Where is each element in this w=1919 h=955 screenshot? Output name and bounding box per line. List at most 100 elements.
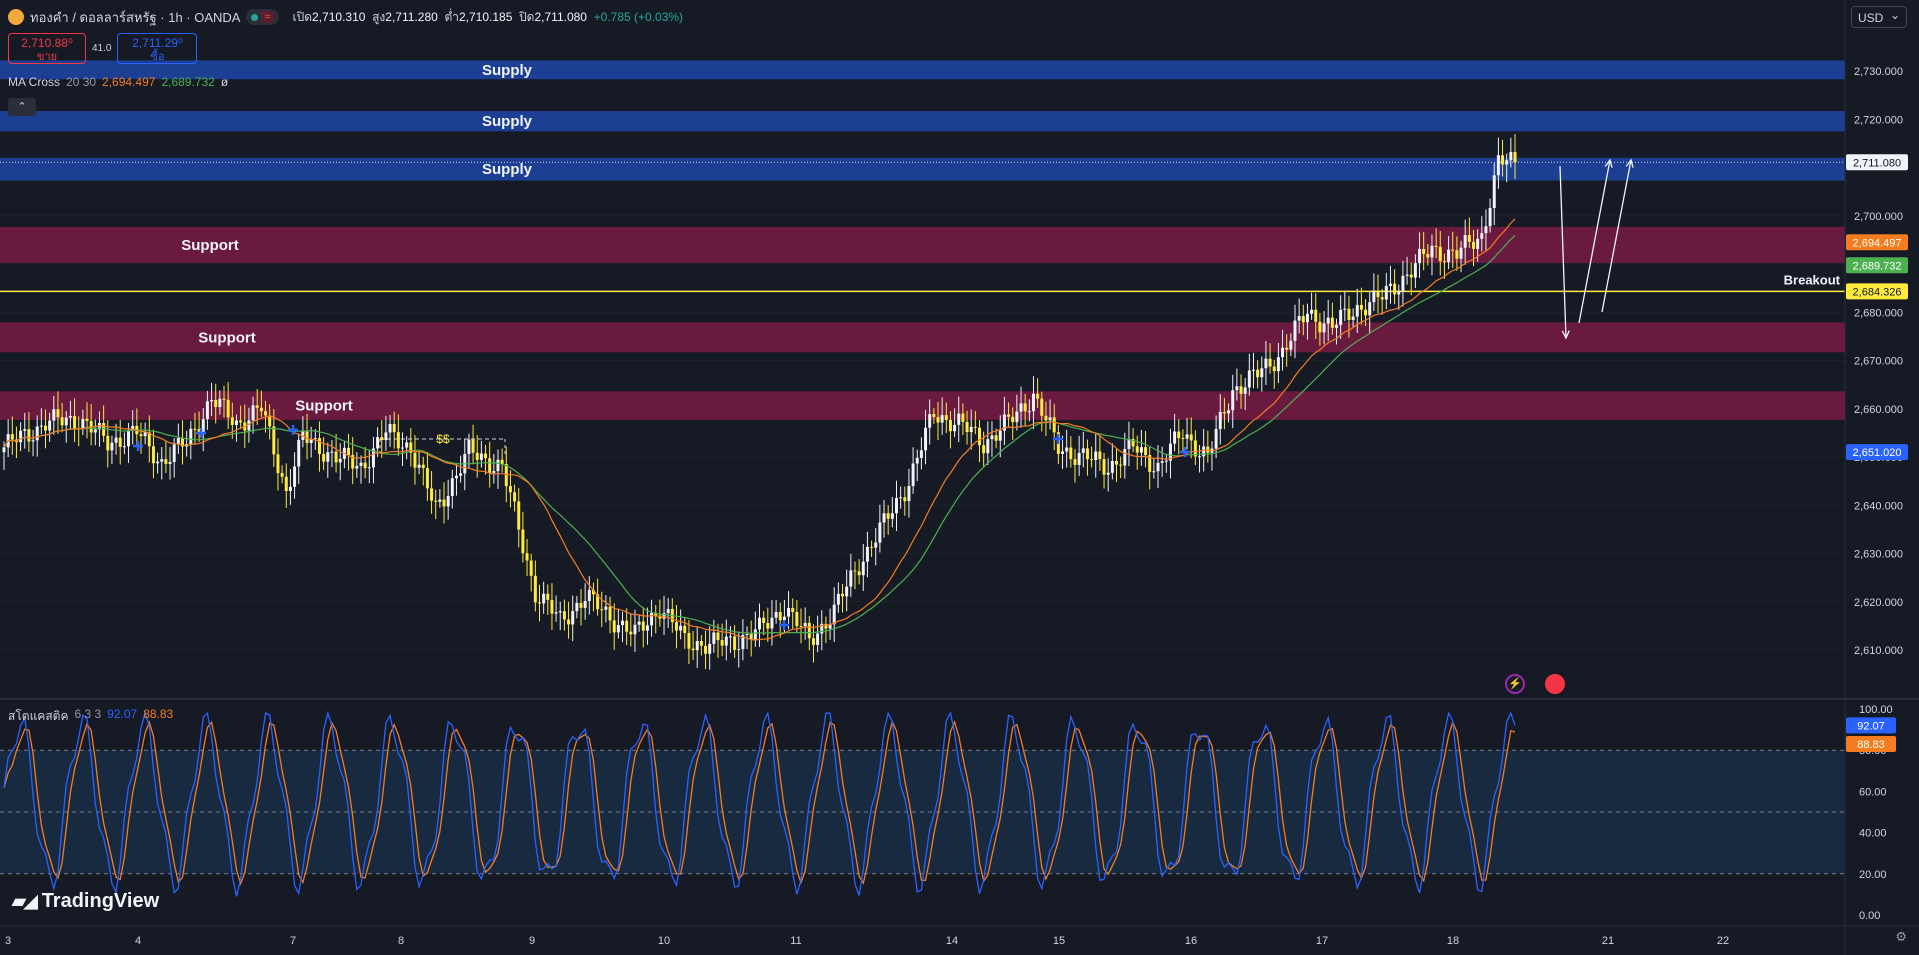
candle-body xyxy=(1471,241,1475,249)
candle-body xyxy=(1090,459,1094,461)
tradingview-logo: ▰◢ TradingView xyxy=(12,890,160,912)
zone-label-supply: Supply xyxy=(482,62,533,79)
candle-body xyxy=(886,513,890,519)
candle-body xyxy=(1476,238,1480,249)
symbol-title[interactable]: ทองคำ / ดอลลาร์สหรัฐ · 1h · OANDA xyxy=(30,7,240,28)
candle-body xyxy=(1189,434,1193,441)
candle-body xyxy=(1343,308,1347,310)
candle-body xyxy=(546,593,550,600)
candle-body xyxy=(861,561,865,576)
candle-body xyxy=(924,427,928,451)
stochastic-legend[interactable]: สโตแคสติค 6 3 3 92.07 88.83 xyxy=(8,707,173,726)
candle-body xyxy=(911,463,915,487)
candle-body xyxy=(85,418,89,422)
candle-body xyxy=(533,575,537,603)
candle-body xyxy=(106,435,110,451)
candle-body xyxy=(625,620,629,632)
sell-button[interactable]: 2,710.88⁰ ขาย xyxy=(8,33,86,64)
stoch-tick-label: 0.00 xyxy=(1859,910,1880,922)
candle-body xyxy=(417,464,421,468)
chart-canvas[interactable]: Supply Supply Supply Support Support Support B… xyxy=(0,0,1919,955)
candle-body xyxy=(264,411,268,416)
candle-body xyxy=(1405,274,1409,276)
candle-body xyxy=(637,621,641,625)
currency-select[interactable]: USD xyxy=(1851,4,1907,28)
candle-body xyxy=(944,415,948,420)
candle-body xyxy=(600,609,604,611)
candle-body xyxy=(758,617,761,630)
candle-body xyxy=(1015,411,1019,423)
breakout-label: Breakout xyxy=(1784,272,1841,287)
candle-body xyxy=(1139,447,1143,453)
ma-cross-legend[interactable]: MA Cross 20 30 2,694.497 2,689.732 ø xyxy=(8,75,228,89)
us-flag-event-icon[interactable] xyxy=(1545,674,1565,694)
candle-body xyxy=(251,405,255,421)
candle-body xyxy=(753,629,757,640)
event-lightning-icon[interactable]: ⚡ xyxy=(1505,674,1525,694)
candle-body xyxy=(762,617,766,624)
candle-body xyxy=(903,497,907,502)
candle-body xyxy=(1438,246,1442,262)
delayed-data-icon: ≈ xyxy=(261,11,274,23)
candle-body xyxy=(550,599,554,614)
candle-body xyxy=(990,435,994,440)
candle-body xyxy=(1177,431,1181,439)
candle-body xyxy=(558,611,562,613)
candle-body xyxy=(994,435,998,441)
market-status-pill[interactable]: ≈ xyxy=(246,9,279,25)
candle-body xyxy=(413,452,417,468)
candle-body xyxy=(60,417,64,426)
candle-body xyxy=(293,466,297,487)
candle-body xyxy=(1422,248,1426,255)
candle-body xyxy=(587,589,591,602)
candle-body xyxy=(338,458,342,463)
candle-body xyxy=(986,439,990,454)
candle-body xyxy=(948,419,952,432)
candle-body xyxy=(313,438,317,440)
candle-body xyxy=(936,417,940,423)
candle-body xyxy=(1397,290,1401,295)
candle-body xyxy=(1347,308,1351,320)
candle-body xyxy=(425,468,429,489)
candle-body xyxy=(1119,464,1123,466)
candle-body xyxy=(1335,324,1339,328)
candle-body xyxy=(280,473,284,477)
candle-body xyxy=(1272,366,1276,372)
candle-body xyxy=(1409,274,1413,278)
candle-body xyxy=(297,439,301,467)
candle-body xyxy=(708,643,712,654)
candle-body xyxy=(932,414,936,418)
candle-body xyxy=(1455,250,1459,259)
collapse-legend-button[interactable]: ⌃ xyxy=(8,98,36,116)
price-tick-label: 2,730.000 xyxy=(1854,66,1903,78)
settings-gear-icon[interactable]: ⚙ xyxy=(1895,929,1907,945)
candle-body xyxy=(210,400,214,402)
market-open-dot-icon xyxy=(251,13,259,21)
candle-body xyxy=(1102,459,1106,475)
candle-body xyxy=(27,429,31,442)
price-tick-label: 2,610.000 xyxy=(1854,645,1903,657)
candle-body xyxy=(525,553,529,561)
gold-coin-icon xyxy=(8,9,24,25)
zone-label-supply: Supply xyxy=(482,161,533,178)
buy-button[interactable]: 2,711.29⁰ ซื้อ xyxy=(117,33,198,64)
candle-body xyxy=(521,529,525,554)
candle-body xyxy=(118,437,122,447)
candle-body xyxy=(870,546,874,548)
zone-label-support: Support xyxy=(198,329,256,346)
candle-body xyxy=(799,626,803,628)
candle-body xyxy=(442,499,446,507)
candle-body xyxy=(998,430,1002,441)
candle-body xyxy=(1310,309,1314,314)
candle-body xyxy=(1098,451,1102,460)
candle-body xyxy=(1505,160,1509,165)
candle-body xyxy=(1077,452,1081,465)
candle-body xyxy=(894,497,898,514)
candle-body xyxy=(1463,235,1467,248)
candle-body xyxy=(1256,369,1260,378)
candle-body xyxy=(1496,155,1500,176)
candle-body xyxy=(102,423,106,436)
candle-body xyxy=(434,500,438,502)
candle-body xyxy=(1123,448,1127,466)
candle-body xyxy=(160,459,164,462)
